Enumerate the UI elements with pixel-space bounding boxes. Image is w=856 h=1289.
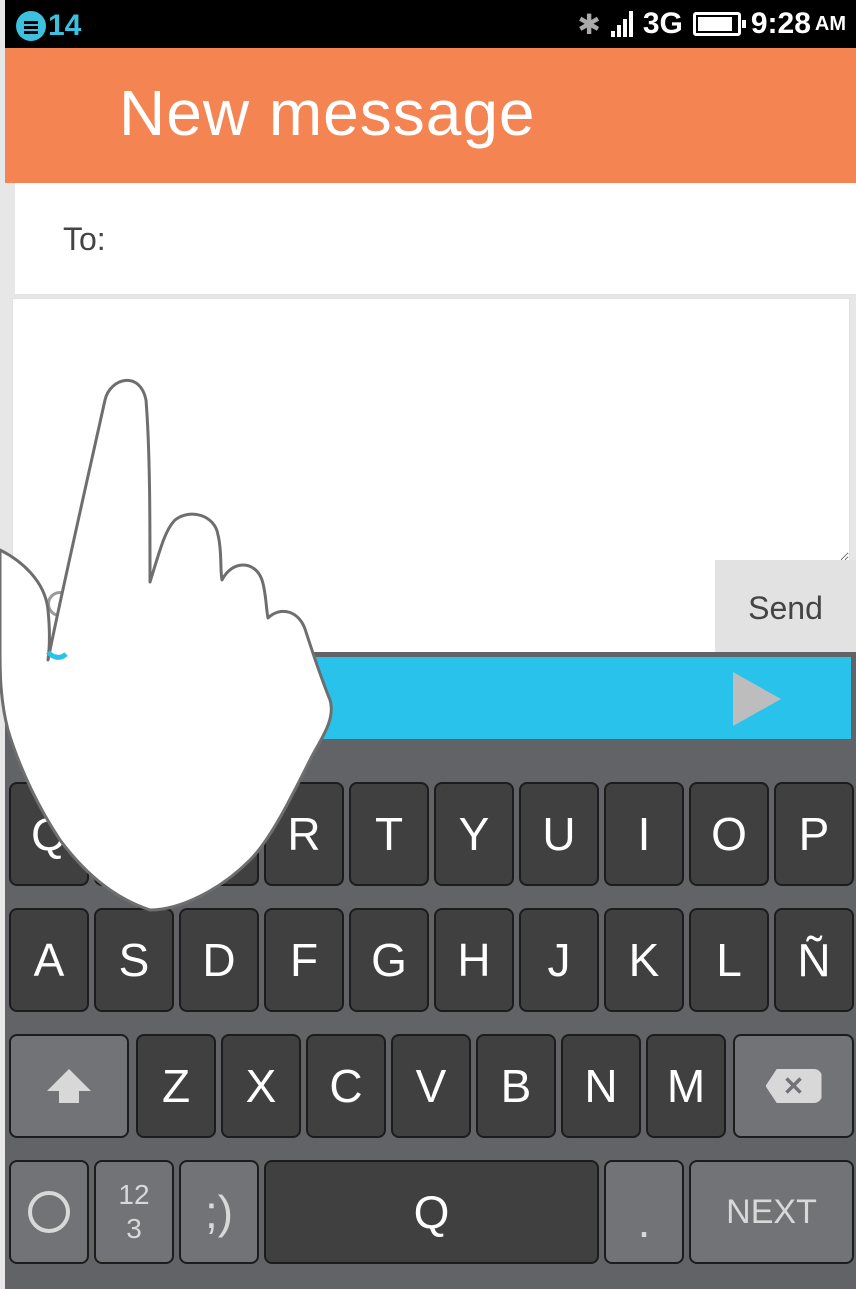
key-g[interactable]: G	[349, 908, 429, 1012]
numbers-key-top: 12	[118, 1179, 150, 1210]
clock: 9:28	[750, 7, 811, 40]
key-j[interactable]: J	[519, 908, 599, 1012]
notification-count: 14	[48, 9, 82, 42]
key-f[interactable]: F	[264, 908, 344, 1012]
key-n-tilde[interactable]: Ñ	[774, 908, 854, 1012]
key-p[interactable]: P	[774, 782, 854, 886]
key-s[interactable]: S	[94, 908, 174, 1012]
next-key[interactable]: NEXT	[689, 1160, 854, 1264]
key-k[interactable]: K	[604, 908, 684, 1012]
send-button[interactable]: Send	[715, 560, 856, 656]
key-y[interactable]: Y	[434, 782, 514, 886]
numbers-key-bottom: 3	[126, 1213, 142, 1244]
key-t[interactable]: T	[349, 782, 429, 886]
key-r[interactable]: R	[264, 782, 344, 886]
status-bar: 14 ✱ 3G 9:28 AM	[5, 0, 856, 48]
compose-toolbar	[13, 561, 715, 656]
signal-icon	[610, 11, 633, 37]
bluetooth-icon: ✱	[577, 8, 601, 40]
backspace-icon: ✕	[765, 1069, 822, 1103]
key-c[interactable]: C	[306, 1034, 386, 1138]
space-key[interactable]: Q	[264, 1160, 599, 1264]
suggestion-arrow-icon[interactable]	[733, 672, 781, 726]
key-u[interactable]: U	[519, 782, 599, 886]
message-input[interactable]	[13, 299, 849, 561]
key-o[interactable]: O	[689, 782, 769, 886]
key-n[interactable]: N	[561, 1034, 641, 1138]
recipient-input[interactable]	[125, 203, 825, 273]
key-i[interactable]: I	[604, 782, 684, 886]
emoji-key[interactable]: ;)	[179, 1160, 259, 1264]
key-d[interactable]: D	[179, 908, 259, 1012]
backspace-key[interactable]: ✕	[733, 1034, 854, 1138]
page-title: New message	[119, 77, 536, 149]
globe-icon	[28, 1191, 70, 1233]
attach-icon[interactable]	[47, 591, 73, 617]
key-w[interactable]: W	[94, 782, 174, 886]
key-h[interactable]: H	[434, 908, 514, 1012]
key-x[interactable]: X	[221, 1034, 301, 1138]
key-a[interactable]: A	[9, 908, 89, 1012]
shift-key[interactable]	[9, 1034, 129, 1138]
key-z[interactable]: Z	[136, 1034, 216, 1138]
suggestion-bar	[5, 652, 856, 744]
key-v[interactable]: V	[391, 1034, 471, 1138]
key-b[interactable]: B	[476, 1034, 556, 1138]
numbers-key[interactable]: 12 3	[94, 1160, 174, 1264]
key-e[interactable]: E	[179, 782, 259, 886]
notification-indicator[interactable]: 14	[16, 9, 81, 43]
notification-icon	[16, 11, 46, 41]
status-icons: ✱ 3G 9:28 AM	[577, 3, 846, 45]
key-l[interactable]: L	[689, 908, 769, 1012]
key-q[interactable]: Q	[9, 782, 89, 886]
clock-ampm: AM	[814, 12, 846, 35]
recipient-label: To:	[63, 221, 106, 257]
recipient-row: To:	[15, 183, 856, 296]
header: New message	[5, 48, 856, 183]
language-key[interactable]	[9, 1160, 89, 1264]
screen: 14 ✱ 3G 9:28 AM New message To: Send Q W…	[0, 0, 856, 1289]
key-m[interactable]: M	[646, 1034, 726, 1138]
suggestion-strip[interactable]	[9, 657, 851, 739]
network-type: 3G	[642, 7, 683, 40]
keyboard: Q W E R T Y U I O P A S D F G H J K L Ñ …	[5, 744, 856, 1289]
battery-icon	[692, 12, 746, 36]
shift-icon	[47, 1069, 91, 1103]
period-key[interactable]: .	[604, 1160, 684, 1264]
